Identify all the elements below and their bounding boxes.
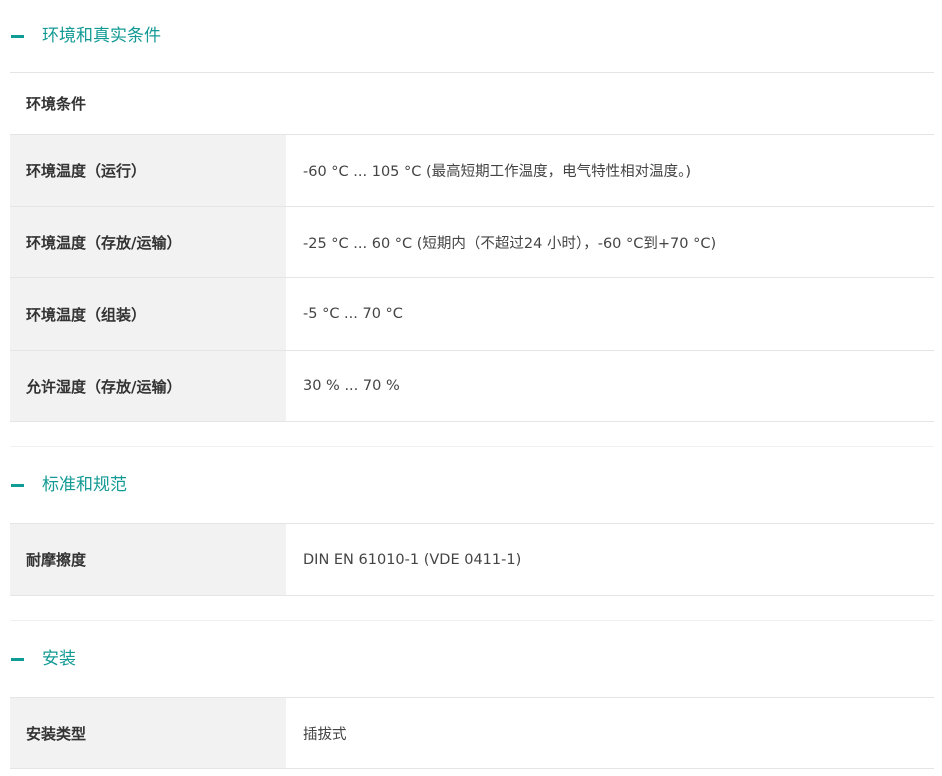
section-header-standards[interactable]: 标准和规范: [10, 447, 934, 524]
section-spacer: [10, 596, 934, 621]
minus-icon[interactable]: [11, 483, 24, 487]
section-spacer: [10, 422, 934, 447]
row-value: 30 % ... 70 %: [303, 378, 400, 394]
row-value: -5 °C ... 70 °C: [303, 306, 403, 322]
table-row: 环境温度（运行） -60 °C ... 105 °C (最高短期工作温度，电气特…: [10, 135, 934, 207]
table-row: 耐摩擦度 DIN EN 61010-1 (VDE 0411-1): [10, 524, 934, 596]
row-value: 插拔式: [303, 726, 347, 743]
minus-icon[interactable]: [11, 34, 24, 38]
section-title: 环境和真实条件: [42, 26, 161, 46]
spec-sheet: 环境和真实条件 环境条件 环境温度（运行） -60 °C ... 105 °C …: [10, 0, 934, 769]
row-key: 环境温度（组装）: [10, 278, 286, 350]
row-key: 环境温度（运行）: [10, 135, 286, 206]
row-key: 允许湿度（存放/运输）: [10, 351, 286, 421]
table-row: 允许湿度（存放/运输） 30 % ... 70 %: [10, 351, 934, 422]
table-row: 安装类型 插拔式: [10, 698, 934, 769]
subsection-title: 环境条件: [10, 73, 934, 135]
section-header-installation[interactable]: 安装: [10, 621, 934, 698]
minus-icon[interactable]: [11, 657, 24, 661]
table-row: 环境温度（组装） -5 °C ... 70 °C: [10, 278, 934, 351]
table-row: 环境温度（存放/运输） -25 °C ... 60 °C (短期内（不超过24 …: [10, 207, 934, 278]
row-value: -25 °C ... 60 °C (短期内（不超过24 小时），-60 °C到+…: [303, 235, 717, 252]
section-title: 标准和规范: [42, 475, 127, 495]
section-header-environment[interactable]: 环境和真实条件: [10, 0, 934, 73]
row-value: DIN EN 61010-1 (VDE 0411-1): [303, 551, 522, 568]
section-title: 安装: [42, 649, 76, 669]
row-value: -60 °C ... 105 °C (最高短期工作温度，电气特性相对温度。): [303, 164, 692, 180]
row-key: 环境温度（存放/运输）: [10, 207, 286, 277]
row-key: 耐摩擦度: [10, 524, 286, 595]
row-key: 安装类型: [10, 698, 286, 768]
